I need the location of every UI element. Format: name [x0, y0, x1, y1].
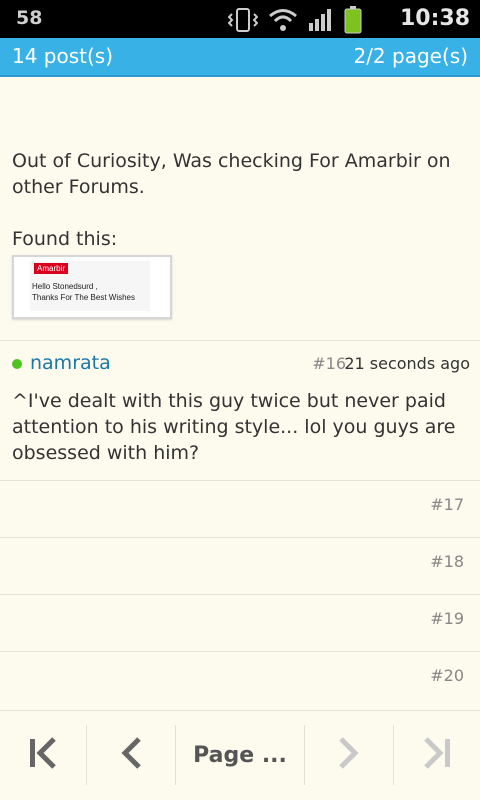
post-time: 21 seconds ago — [344, 354, 470, 373]
post-text-line: Out of Curiosity, Was checking For Amarb… — [12, 150, 451, 198]
post-row[interactable]: #17 — [0, 481, 480, 538]
thumbnail-line-1: Hello Stonedsurd , — [32, 282, 98, 291]
notification-count: 58 — [16, 7, 43, 29]
status-icons — [227, 6, 362, 38]
thumbnail-line-2: Thanks For The Best Wishes — [32, 293, 135, 302]
thumbnail-tag: Amarbir — [34, 263, 69, 274]
wifi-icon — [268, 7, 298, 37]
post-row[interactable]: #20 — [0, 652, 480, 709]
post-number: #17 — [430, 495, 464, 514]
attachment-thumbnail[interactable]: Amarbir Hello Stonedsurd , Thanks For Th… — [12, 255, 172, 319]
post-number: #16 — [312, 354, 346, 373]
next-page-button[interactable] — [305, 711, 393, 799]
chevron-right-icon — [337, 737, 361, 773]
post-row[interactable]: #19 — [0, 595, 480, 652]
chevron-left-icon — [119, 737, 143, 773]
signal-icon — [308, 7, 334, 37]
page-select-button[interactable]: Page ... — [176, 711, 304, 799]
page-label: Page ... — [193, 742, 287, 768]
vibrate-icon — [227, 7, 259, 37]
battery-icon — [344, 6, 362, 38]
prev-page-button[interactable] — [87, 711, 175, 799]
last-page-icon — [422, 737, 452, 773]
online-status-icon — [12, 359, 22, 369]
pagination-bar: Page ... — [0, 710, 480, 799]
post-number: #20 — [430, 666, 464, 685]
status-bar: 58 10:38 — [0, 0, 480, 38]
clock: 10:38 — [399, 6, 470, 31]
post-text-found: Found this: — [12, 228, 118, 250]
post-count: 14 post(s) — [12, 44, 114, 68]
last-page-button[interactable] — [394, 711, 480, 799]
post-text: ^I've dealt with this guy twice but neve… — [12, 390, 456, 464]
post-number: #19 — [430, 609, 464, 628]
first-page-button[interactable] — [0, 711, 86, 799]
thumbnail-message: Hello Stonedsurd , Thanks For The Best W… — [32, 281, 135, 303]
username[interactable]: namrata — [30, 352, 111, 374]
thread-header: 14 post(s) 2/2 page(s) — [0, 38, 480, 77]
page-count[interactable]: 2/2 page(s) — [353, 44, 468, 68]
first-page-icon — [28, 737, 58, 773]
post-number: #18 — [430, 552, 464, 571]
post-header: namrata #16 21 seconds ago — [12, 352, 470, 378]
post-row[interactable]: #18 — [0, 538, 480, 595]
divider — [0, 340, 480, 341]
